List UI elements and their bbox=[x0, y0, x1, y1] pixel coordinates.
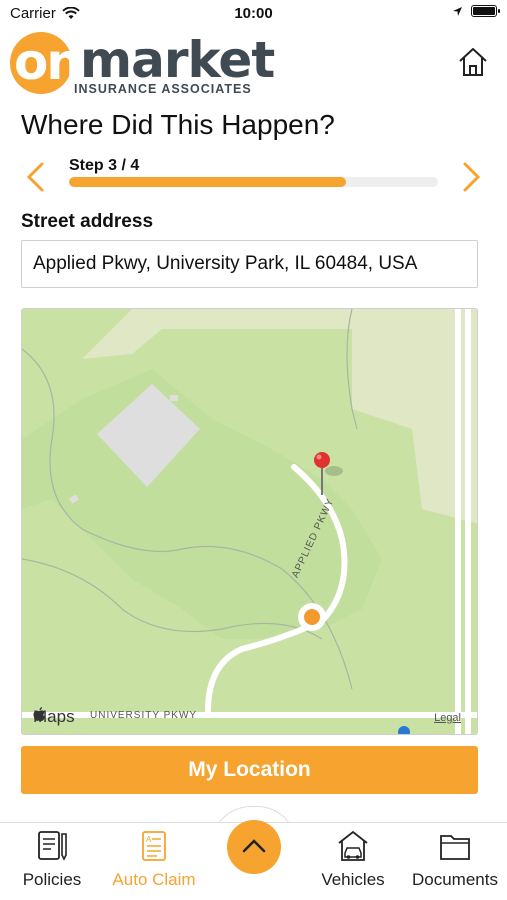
tab-policies[interactable]: Policies bbox=[2, 829, 102, 890]
home-icon[interactable] bbox=[457, 46, 489, 78]
map-legal-link[interactable]: Legal bbox=[434, 712, 461, 724]
brand-logo: on market INSURANCE ASSOCIATES bbox=[10, 30, 275, 98]
location-arrow-icon bbox=[453, 6, 462, 16]
policies-icon bbox=[38, 831, 67, 861]
tab-auto-claim[interactable]: A Auto Claim bbox=[104, 829, 204, 890]
status-time: 10:00 bbox=[234, 5, 273, 22]
page-title: Where Did This Happen? bbox=[21, 109, 335, 140]
documents-icon bbox=[440, 835, 470, 860]
apple-logo-icon bbox=[33, 707, 45, 721]
next-step-chevron-icon[interactable] bbox=[457, 160, 485, 194]
step-progress-fill bbox=[69, 177, 346, 187]
battery-icon bbox=[471, 5, 500, 17]
step-progress-bar bbox=[69, 177, 438, 187]
street-address-input[interactable] bbox=[21, 240, 478, 288]
maps-attribution: Maps bbox=[33, 707, 75, 726]
map-view[interactable]: APPLIED PKWY UNIVERSITY PKWY Maps Legal bbox=[21, 308, 478, 735]
my-location-button[interactable]: My Location bbox=[21, 746, 478, 794]
previous-step-chevron-icon[interactable] bbox=[22, 160, 50, 194]
tab-documents[interactable]: Documents bbox=[405, 829, 505, 890]
svg-text:A: A bbox=[146, 835, 152, 844]
status-bar: Carrier 10:00 bbox=[0, 0, 507, 28]
street-address-label: Street address bbox=[21, 211, 154, 232]
map-canvas bbox=[22, 309, 477, 734]
road-label-university-pkwy: UNIVERSITY PKWY bbox=[90, 710, 198, 721]
vehicles-icon bbox=[338, 830, 368, 861]
chevron-up-icon bbox=[242, 839, 266, 853]
auto-claim-icon: A bbox=[142, 831, 166, 861]
tab-vehicles[interactable]: Vehicles bbox=[303, 829, 403, 890]
step-label: Step 3 / 4 bbox=[69, 157, 140, 174]
expand-menu-button[interactable] bbox=[227, 820, 281, 874]
